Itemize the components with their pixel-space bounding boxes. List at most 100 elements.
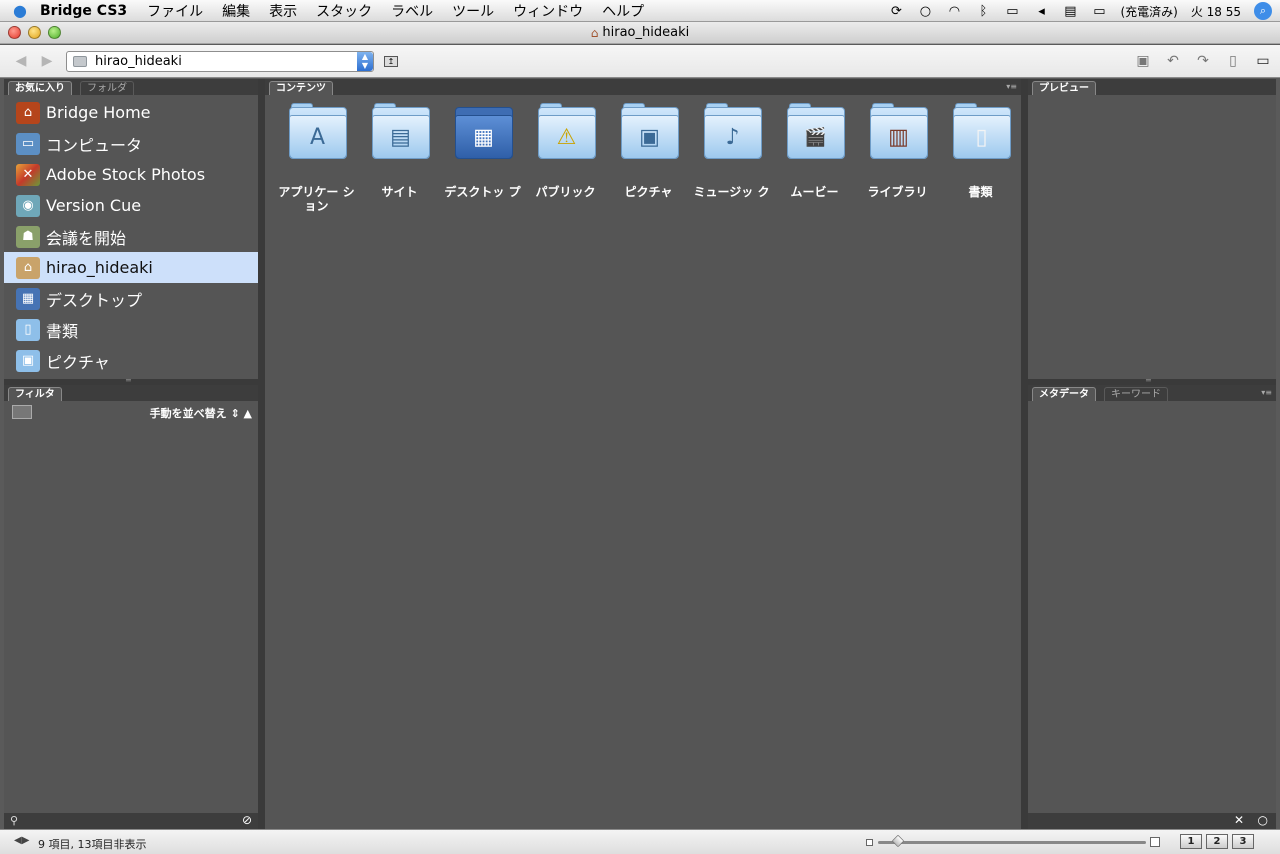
sort-dropdown[interactable]: 手動を並べ替え ⇕ ▲ bbox=[150, 405, 252, 421]
folder-icon bbox=[73, 56, 87, 67]
menu-tools[interactable]: ツール bbox=[452, 1, 494, 21]
new-folder-icon[interactable]: ▣ bbox=[1134, 53, 1152, 69]
favorite-item-pictures[interactable]: ▣ ピクチャ bbox=[4, 345, 258, 376]
tab-favorites[interactable]: お気に入り bbox=[8, 81, 72, 95]
favorite-item-meeting[interactable]: ☗ 会議を開始 bbox=[4, 221, 258, 252]
favorite-item-version-cue[interactable]: ◉ Version Cue bbox=[4, 190, 258, 221]
spotlight-icon[interactable]: ⌕ bbox=[1254, 2, 1272, 20]
metadata-panel: メタデータ キーワード ▾≡ ✕ ○ bbox=[1028, 385, 1276, 829]
volume-icon[interactable]: ◂ bbox=[1033, 3, 1049, 19]
sync-icon[interactable]: ⟳ bbox=[888, 3, 904, 19]
thumbnail-size-slider[interactable] bbox=[878, 841, 1146, 844]
workspace-3-button[interactable]: 3 bbox=[1232, 834, 1254, 849]
bridge-home-icon: ⌂ bbox=[16, 101, 40, 124]
panel-menu-icon[interactable]: ▾≡ bbox=[1006, 82, 1017, 91]
pictures-folder-icon: ▣ bbox=[617, 101, 681, 167]
folder-item-public[interactable]: ⚠ パブリック bbox=[524, 101, 607, 213]
folder-item-pictures[interactable]: ▣ ピクチャ bbox=[607, 101, 690, 213]
menu-stack[interactable]: スタック bbox=[316, 1, 372, 21]
favorite-label: ピクチャ bbox=[46, 352, 110, 372]
tab-content[interactable]: コンテンツ bbox=[269, 81, 333, 95]
favorite-item-desktop[interactable]: ▦ デスクトップ bbox=[4, 283, 258, 314]
tab-metadata[interactable]: メタデータ bbox=[1032, 387, 1096, 401]
tab-filter[interactable]: フィルタ bbox=[8, 387, 62, 401]
version-cue-icon: ◉ bbox=[16, 194, 40, 217]
tab-folders[interactable]: フォルダ bbox=[80, 81, 134, 95]
menu-help[interactable]: ヘルプ bbox=[602, 1, 644, 21]
parent-folder-icon[interactable]: ↥ bbox=[384, 56, 398, 67]
zoom-window-button[interactable] bbox=[48, 26, 61, 39]
workspace-1-button[interactable]: 1 bbox=[1180, 834, 1202, 849]
menu-file[interactable]: ファイル bbox=[147, 1, 203, 21]
movies-folder-icon: 🎬 bbox=[783, 101, 847, 167]
pin-icon[interactable]: ⚲ bbox=[10, 814, 18, 827]
minimize-window-button[interactable] bbox=[28, 26, 41, 39]
battery-icon[interactable]: ▭ bbox=[1091, 3, 1107, 19]
apple-menu-icon[interactable]: ● bbox=[0, 1, 40, 20]
folder-item-applications[interactable]: A アプリケー ション bbox=[275, 101, 358, 213]
folder-item-music[interactable]: ♪ ミュージッ ク bbox=[690, 101, 773, 213]
status-bar: ◀▶ 9 項目, 13項目非表示 1 2 3 bbox=[0, 829, 1280, 854]
rotate-right-icon[interactable]: ↷ bbox=[1194, 53, 1212, 69]
dropdown-stepper-icon[interactable]: ▲ ▼ bbox=[357, 52, 373, 71]
compact-mode-icon[interactable]: ▭ bbox=[1254, 53, 1272, 69]
flag-icon[interactable]: ▤ bbox=[1062, 3, 1078, 19]
circle-icon[interactable]: ○ bbox=[1258, 813, 1268, 827]
menu-view[interactable]: 表示 bbox=[269, 1, 297, 21]
folder-item-sites[interactable]: ▤ サイト bbox=[358, 101, 441, 213]
content-panel: コンテンツ ▾≡ A アプリケー ション ▤ サイト ▦ デスクトッ プ ⚠ パ… bbox=[265, 79, 1021, 829]
folder-item-documents[interactable]: ▯ 書類 bbox=[939, 101, 1022, 213]
app-menu[interactable]: Bridge CS3 bbox=[40, 3, 127, 19]
sort-label: 手動を並べ替え bbox=[149, 407, 227, 420]
filter-clear-icon[interactable] bbox=[12, 405, 32, 419]
forward-arrow-icon[interactable]: ▶ bbox=[38, 53, 56, 69]
panel-menu-icon[interactable]: ▾≡ bbox=[1261, 388, 1272, 397]
rotate-left-icon[interactable]: ↶ bbox=[1164, 53, 1182, 69]
favorite-item-stock-photos[interactable]: ✕ Adobe Stock Photos bbox=[4, 159, 258, 190]
menu-label[interactable]: ラベル bbox=[391, 1, 433, 21]
folder-item-movies[interactable]: 🎬 ムービー bbox=[773, 101, 856, 213]
toggle-panels-icon[interactable]: ◀▶ bbox=[14, 835, 29, 846]
bluetooth-icon[interactable]: ᛒ bbox=[975, 3, 991, 19]
stock-photos-icon: ✕ bbox=[16, 163, 40, 186]
close-window-button[interactable] bbox=[8, 26, 21, 39]
left-vertical-splitter[interactable] bbox=[258, 79, 265, 829]
tab-preview[interactable]: プレビュー bbox=[1032, 81, 1096, 95]
filter-panel: フィルタ 手動を並べ替え ⇕ ▲ ⚲ ⊘ bbox=[4, 385, 258, 829]
folder-name: 書類 bbox=[968, 185, 993, 199]
content-grid: A アプリケー ション ▤ サイト ▦ デスクトッ プ ⚠ パブリック ▣ ピク… bbox=[275, 101, 1022, 213]
small-thumbnail-icon[interactable] bbox=[866, 839, 873, 846]
large-thumbnail-icon[interactable] bbox=[1150, 837, 1160, 847]
sites-folder-icon: ▤ bbox=[368, 101, 432, 167]
favorite-label: コンピュータ bbox=[46, 135, 143, 155]
chat-bubble-icon[interactable]: ○ bbox=[917, 3, 933, 19]
favorite-item-documents[interactable]: ▯ 書類 bbox=[4, 314, 258, 345]
battery-status[interactable]: (充電済み) bbox=[1120, 3, 1177, 20]
path-dropdown[interactable]: hirao_hideaki ▲ ▼ bbox=[66, 51, 374, 72]
folder-name: ライブラリ bbox=[867, 185, 928, 199]
close-icon[interactable]: ✕ bbox=[1234, 813, 1244, 827]
mac-menubar: ● Bridge CS3 ファイル 編集 表示 スタック ラベル ツール ウィン… bbox=[0, 0, 1280, 22]
display-icon[interactable]: ▭ bbox=[1004, 3, 1020, 19]
clock[interactable]: 火 18 55 bbox=[1191, 3, 1241, 20]
back-arrow-icon[interactable]: ◀ bbox=[12, 53, 30, 69]
menu-window[interactable]: ウィンドウ bbox=[513, 1, 583, 21]
clear-filter-icon[interactable]: ⊘ bbox=[242, 813, 252, 827]
folder-name: ムービー bbox=[790, 185, 839, 199]
favorite-item-bridge-home[interactable]: ⌂ Bridge Home bbox=[4, 97, 258, 128]
slider-knob[interactable] bbox=[891, 834, 905, 848]
wifi-icon[interactable]: ◠ bbox=[946, 3, 962, 19]
folder-item-library[interactable]: ▥ ライブラリ bbox=[856, 101, 939, 213]
folder-name: ミュージッ ク bbox=[693, 185, 770, 199]
documents-folder-icon: ▯ bbox=[949, 101, 1013, 167]
folder-item-desktop[interactable]: ▦ デスクトッ プ bbox=[441, 101, 524, 213]
tab-keywords[interactable]: キーワード bbox=[1104, 387, 1168, 401]
right-vertical-splitter[interactable] bbox=[1021, 79, 1028, 829]
trash-icon[interactable]: ▯ bbox=[1224, 53, 1242, 69]
favorite-item-computer[interactable]: ▭ コンピュータ bbox=[4, 128, 258, 159]
menu-edit[interactable]: 編集 bbox=[222, 1, 250, 21]
favorite-label: Version Cue bbox=[46, 196, 142, 215]
desktop-icon: ▦ bbox=[16, 287, 40, 310]
favorite-item-home-folder[interactable]: ⌂ hirao_hideaki bbox=[4, 252, 258, 283]
workspace-2-button[interactable]: 2 bbox=[1206, 834, 1228, 849]
